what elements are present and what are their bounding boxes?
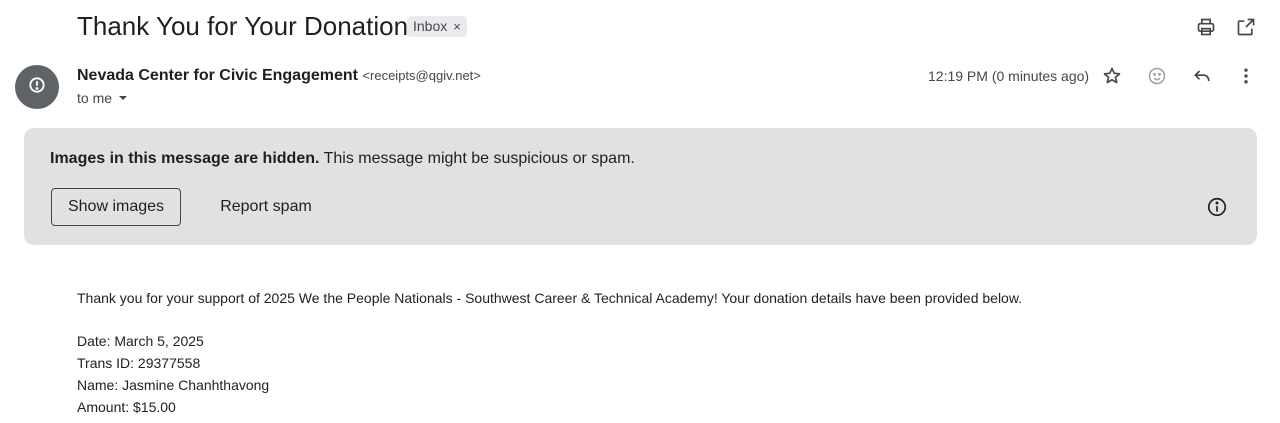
open-in-new-window-icon[interactable] [1234, 15, 1258, 39]
sender-email: <receipts@qgiv.net> [362, 68, 481, 83]
chevron-down-icon [118, 90, 128, 106]
alert-icon [27, 75, 47, 100]
sender-avatar [15, 65, 59, 109]
donor-name: Name: Jasmine Chanhthavong [77, 377, 270, 393]
email-timestamp: 12:19 PM (0 minutes ago) [928, 68, 1090, 84]
label-text: Inbox [413, 18, 448, 34]
warning-detail-text: This message might be suspicious or spam… [323, 150, 635, 167]
emoji-reaction-icon[interactable] [1145, 64, 1169, 88]
print-icon[interactable] [1194, 15, 1218, 39]
remove-label-button[interactable]: × [453, 16, 461, 37]
sender-name[interactable]: Nevada Center for Civic Engagement [77, 67, 358, 84]
email-body-intro: Thank you for your support of 2025 We th… [77, 290, 1023, 306]
warning-bold-text: Images in this message are hidden. [50, 150, 320, 167]
donation-amount: Amount: $15.00 [77, 399, 176, 415]
transaction-id: Trans ID: 29377558 [77, 355, 201, 371]
warning-message: Images in this message are hidden. This … [50, 150, 635, 168]
info-icon[interactable] [1205, 195, 1229, 219]
report-spam-button[interactable]: Report spam [202, 188, 330, 226]
reply-icon[interactable] [1190, 64, 1214, 88]
recipient-details-toggle[interactable]: to me [77, 90, 128, 106]
sender-line: Nevada Center for Civic Engagement <rece… [77, 66, 481, 86]
recipient-label: to me [77, 90, 113, 106]
hidden-images-warning-banner [24, 128, 1257, 245]
inbox-label-chip[interactable]: Inbox × [407, 16, 467, 37]
email-subject: Thank You for Your Donation! [77, 11, 416, 41]
star-icon[interactable] [1100, 64, 1124, 88]
donation-date: Date: March 5, 2025 [77, 333, 204, 349]
more-vertical-icon[interactable] [1234, 64, 1258, 88]
show-images-button[interactable]: Show images [51, 188, 181, 226]
